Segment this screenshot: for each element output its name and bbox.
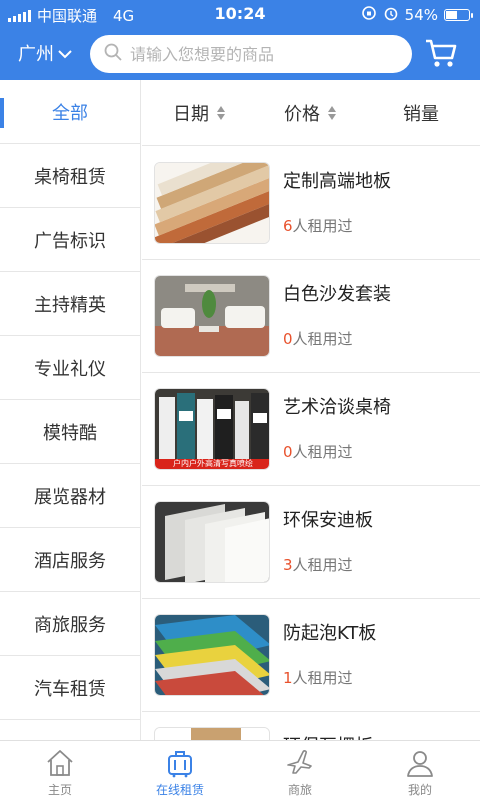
product-item[interactable]: 定制高端地板 6人租用过 [142, 147, 480, 260]
product-item[interactable]: 白色沙发套装 0人租用过 [142, 260, 480, 373]
rent-count-suffix: 人租用过 [292, 556, 353, 574]
sidebar-item-exhibition[interactable]: 展览器材 [0, 464, 140, 528]
product-image-corrugated [154, 727, 270, 740]
product-name: 防起泡KT板 [283, 623, 377, 644]
rent-count: 0人租用过 [283, 328, 391, 349]
product-name: 艺术洽谈桌椅 [283, 397, 391, 418]
rent-count-number: 3 [283, 556, 293, 574]
chevron-down-icon [58, 43, 72, 64]
alarm-icon [383, 5, 399, 25]
city-label: 广州 [18, 44, 54, 65]
sort-by-date[interactable]: 日期 [173, 100, 225, 126]
cart-icon[interactable] [424, 36, 458, 70]
rotation-lock-icon [361, 5, 377, 25]
product-name: 环保瓦楞板 [283, 732, 373, 740]
tab-mine[interactable]: 我的 [360, 741, 480, 800]
sidebar-item-label: 全部 [52, 102, 88, 124]
sidebar-item-signage[interactable]: 广告标识 [0, 208, 140, 272]
product-name: 定制高端地板 [283, 171, 391, 192]
rent-count-suffix: 人租用过 [292, 330, 353, 348]
rent-count-suffix: 人租用过 [292, 217, 353, 235]
sidebar-item-label: 广告标识 [34, 230, 106, 252]
city-selector[interactable]: 广州 [18, 40, 72, 66]
product-name: 白色沙发套装 [283, 284, 391, 305]
category-sidebar: 全部 桌椅租赁 广告标识 主持精英 专业礼仪 模特酷 展览器材 酒店服务 商旅服… [0, 80, 141, 740]
sidebar-item-label: 商旅服务 [34, 614, 106, 636]
sidebar-item-label: 桌椅租赁 [34, 166, 106, 188]
tab-travel[interactable]: 商旅 [240, 741, 360, 800]
sidebar-item-models[interactable]: 模特酷 [0, 400, 140, 464]
product-item[interactable]: 环保瓦楞板 [142, 712, 480, 740]
rent-count-number: 0 [283, 330, 293, 348]
sidebar-item-label: 汽车租赁 [34, 678, 106, 700]
sort-by-price[interactable]: 价格 [284, 100, 336, 126]
sidebar-item-label: 主持精英 [34, 294, 106, 316]
sidebar-item-travel[interactable]: 商旅服务 [0, 592, 140, 656]
product-image-banner: 户内户外高清写真喷绘 [155, 459, 269, 469]
rent-count: 6人租用过 [283, 215, 391, 236]
search-input[interactable] [130, 44, 400, 64]
user-icon [407, 751, 433, 777]
product-name: 环保安迪板 [283, 510, 373, 531]
tab-label: 在线租赁 [155, 783, 204, 797]
status-bar: 中国联通 4G 10:24 54% [0, 0, 480, 28]
sidebar-item-car[interactable]: 汽车租赁 [0, 656, 140, 720]
product-image-sofa [154, 275, 270, 357]
rent-count-suffix: 人租用过 [292, 443, 353, 461]
product-image-flooring [154, 162, 270, 244]
bottom-tab-bar: 主页 在线租赁 商旅 我的 [0, 740, 480, 800]
sort-price-label: 价格 [284, 103, 320, 125]
product-image-print-rolls: 户内户外高清写真喷绘 [154, 388, 270, 470]
search-icon [104, 43, 122, 65]
sidebar-item-furniture[interactable]: 桌椅租赁 [0, 144, 140, 208]
sort-bar: 日期 价格 销量 [142, 80, 480, 146]
rent-count: 3人租用过 [283, 554, 373, 575]
tab-label: 我的 [407, 783, 432, 797]
sidebar-item-hosts[interactable]: 主持精英 [0, 272, 140, 336]
sort-arrows-icon [217, 105, 225, 120]
search-bar[interactable] [90, 35, 412, 73]
tab-online-rental[interactable]: 在线租赁 [120, 741, 240, 800]
home-icon [47, 750, 73, 776]
tab-label: 主页 [47, 783, 72, 797]
sidebar-item-all[interactable]: 全部 [0, 80, 140, 144]
rent-count-number: 6 [283, 217, 293, 235]
rent-count-number: 1 [283, 669, 293, 687]
product-image-boards [154, 501, 270, 583]
sidebar-item-label: 展览器材 [34, 486, 106, 508]
rent-count-number: 0 [283, 443, 293, 461]
sidebar-item-hotel[interactable]: 酒店服务 [0, 528, 140, 592]
header-bar: 中国联通 4G 10:24 54% 广州 [0, 0, 480, 80]
tab-label: 商旅 [287, 783, 312, 797]
sidebar-item-etiquette[interactable]: 专业礼仪 [0, 336, 140, 400]
sidebar-item-label: 专业礼仪 [34, 358, 106, 380]
rent-count-suffix: 人租用过 [292, 669, 353, 687]
product-item[interactable]: 户内户外高清写真喷绘 艺术洽谈桌椅 0人租用过 [142, 373, 480, 486]
tab-home[interactable]: 主页 [0, 741, 120, 800]
sidebar-item-label: 模特酷 [43, 422, 97, 444]
sort-sales-label: 销量 [403, 103, 439, 125]
sort-arrows-icon [328, 105, 336, 120]
product-image-kt-boards [154, 614, 270, 696]
airplane-icon [287, 750, 312, 774]
product-item[interactable]: 防起泡KT板 1人租用过 [142, 599, 480, 712]
battery-percent: 54% [404, 6, 438, 24]
product-list: 定制高端地板 6人租用过 白色沙发套装 0人租用过 户内户外高清写真喷绘 艺术洽… [142, 147, 480, 740]
sort-by-sales[interactable]: 销量 [403, 100, 439, 126]
rent-count: 0人租用过 [283, 441, 391, 462]
sidebar-item-label: 酒店服务 [34, 550, 106, 572]
sort-date-label: 日期 [173, 103, 209, 125]
battery-icon [444, 9, 473, 21]
luggage-icon [168, 751, 192, 778]
rent-count: 1人租用过 [283, 667, 376, 688]
product-item[interactable]: 环保安迪板 3人租用过 [142, 486, 480, 599]
